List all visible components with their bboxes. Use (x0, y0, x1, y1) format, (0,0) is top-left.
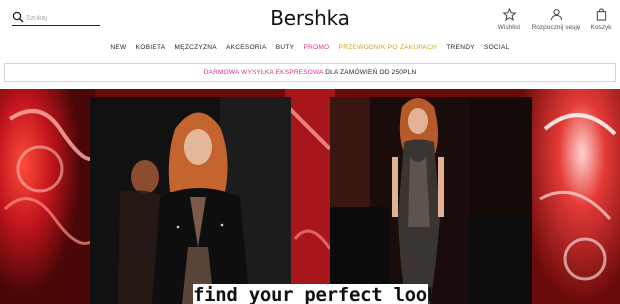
nav-item-trendy[interactable]: TRENDY (446, 44, 475, 51)
nav-item-akcesoria[interactable]: AKCESORIA (226, 44, 267, 51)
bag-icon (596, 8, 606, 21)
wishlist-button[interactable]: Wishlist (494, 8, 524, 31)
hero-photo-sequin-dress[interactable] (330, 97, 532, 304)
star-icon (502, 8, 516, 21)
logo-text[interactable]: Bershka (270, 6, 350, 30)
hero-photo-leather-jacket[interactable] (90, 97, 291, 304)
login-button[interactable]: Rozpocznij sesję (528, 8, 584, 31)
cart-label: Koszyk (590, 24, 612, 31)
wishlist-label: Wishlist (497, 24, 521, 31)
hero-tagline[interactable]: find your perfect look (193, 284, 438, 304)
shipping-banner[interactable]: DARMOWA WYSYŁKA EKSPRESOWA DLA ZAMÓWIEŃ … (4, 63, 616, 82)
user-icon (550, 9, 562, 21)
nav-item-social[interactable]: SOCIAL (484, 44, 510, 51)
leather-jacket-look-image (90, 97, 291, 304)
nav-item-shopping-guide[interactable]: PRZEWODNIK PO ZAKUPACH (339, 44, 438, 51)
nav-item-mezczyzna[interactable]: MĘŻCZYZNA (175, 44, 217, 51)
sequin-dress-look-image (330, 97, 532, 304)
nav-item-promo[interactable]: PROMO (303, 44, 329, 51)
nav-item-kobieta[interactable]: KOBIETA (136, 44, 166, 51)
shipping-highlight: DARMOWA WYSYŁKA EKSPRESOWA (203, 69, 324, 76)
main-nav: NEW KOBIETA MĘŻCZYZNA AKCESORIA BUTY PRO… (0, 44, 620, 51)
hero-banner[interactable]: find your perfect look (0, 89, 620, 304)
nav-item-new[interactable]: NEW (110, 44, 126, 51)
site-header: Bershka Wishlist Rozpocznij sesję Koszyk… (0, 0, 620, 58)
cart-button[interactable]: Koszyk (586, 8, 616, 31)
login-label: Rozpocznij sesję (531, 24, 581, 31)
nav-item-buty[interactable]: BUTY (276, 44, 295, 51)
shipping-condition: DLA ZAMÓWIEŃ OD 250PLN (325, 69, 417, 76)
logo[interactable]: Bershka (0, 6, 620, 30)
